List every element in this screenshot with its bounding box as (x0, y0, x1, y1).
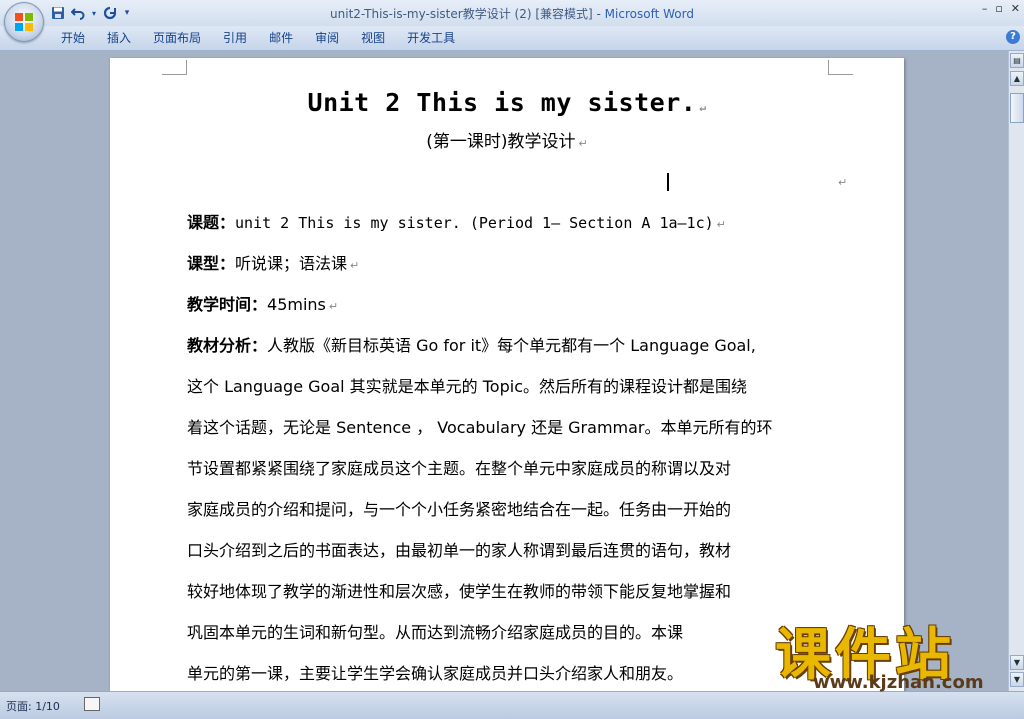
field-label: 课型： (187, 254, 236, 273)
body-line: 这个 Language Goal 其实就是本单元的 Topic。然后所有的课程设… (187, 377, 747, 396)
tab-insert[interactable]: 插入 (96, 30, 142, 46)
body-line: 课型：听说课；语法课 ↵ (187, 245, 837, 286)
tab-home[interactable]: 开始 (50, 30, 96, 46)
document-area: Unit 2 This is my sister. ↵ (第一课时)教学设计 ↵ ↵… (0, 51, 1008, 691)
tab-review[interactable]: 审阅 (304, 30, 350, 46)
scroll-up-icon[interactable]: ▲ (1010, 71, 1024, 86)
vertical-scrollbar[interactable]: ▤ ▲ ▼ ▼ (1008, 51, 1024, 691)
tab-references[interactable]: 引用 (212, 30, 258, 46)
body-line: 着这个话题，无论是 Sentence ， Vocabulary 还是 Gramm… (187, 418, 773, 437)
tab-developer[interactable]: 开发工具 (396, 30, 466, 46)
window-title: unit2-This-is-my-sister教学设计 (2) [兼容模式] -… (0, 5, 1024, 22)
tab-view[interactable]: 视图 (350, 30, 396, 46)
paragraph-mark-icon: ↵ (716, 218, 726, 231)
text-cursor (667, 173, 669, 191)
body-line: 家庭成员的介绍和提问，与一个个小任务紧密地结合在一起。任务由一开始的 (187, 500, 732, 519)
paragraph-mark-icon: ↵ (838, 176, 848, 189)
watermark-logo: 课件站 www.kjzhan.com (775, 610, 1015, 695)
paragraph-mark-icon: ↵ (699, 101, 707, 114)
document-subtitle-text: (第一课时)教学设计 (426, 132, 576, 152)
ruler-toggle-icon[interactable]: ▤ (1010, 53, 1024, 68)
close-button[interactable]: ✕ (1011, 2, 1020, 15)
page-count[interactable]: 页面: 1/10 (6, 698, 60, 714)
help-icon[interactable]: ? (1006, 30, 1020, 44)
body-line: 节设置都紧紧围绕了家庭成员这个主题。在整个单元中家庭成员的称谓以及对 (187, 459, 732, 478)
paragraph-mark-icon: ↵ (578, 137, 588, 150)
body-line: 巩固本单元的生词和新句型。从而达到流畅介绍家庭成员的目的。本课 (187, 623, 684, 642)
body-line: 教材分析：人教版《新目标英语 Go for it》每个单元都有一个 Langua… (187, 327, 837, 368)
scroll-thumb[interactable] (1010, 93, 1024, 123)
field-value: 人教版《新目标英语 Go for it》每个单元都有一个 Language Go… (267, 336, 756, 355)
paragraph-mark-icon: ↵ (328, 300, 339, 313)
body-line: 课题：unit 2 This is my sister. (Period 1— … (187, 204, 837, 245)
title-bar: ▾ ▾ unit2-This-is-my-sister教学设计 (2) [兼容模… (0, 0, 1024, 26)
field-label: 课题： (187, 213, 236, 232)
minimize-button[interactable]: – (982, 2, 988, 15)
tab-mailings[interactable]: 邮件 (258, 30, 304, 46)
field-label: 教材分析： (187, 336, 268, 355)
tab-page-layout[interactable]: 页面布局 (142, 30, 212, 46)
ribbon-tabs-bar: 开始 插入 页面布局 引用 邮件 审阅 视图 开发工具 ? (0, 26, 1024, 51)
restore-button[interactable]: ▫ (995, 2, 1002, 15)
office-logo-icon (15, 13, 33, 31)
field-value: 45mins (267, 295, 326, 314)
document-body: 课题：unit 2 This is my sister. (Period 1— … (187, 204, 837, 691)
document-title: Unit 2 This is my sister. ↵ (110, 88, 904, 117)
status-bar: 页面: 1/10 (0, 691, 1024, 719)
spell-check-icon[interactable] (84, 697, 100, 711)
watermark-url: www.kjzhan.com (813, 672, 984, 693)
body-line: 教学时间：45mins ↵ (187, 286, 837, 327)
office-button[interactable] (4, 2, 44, 42)
window-controls: – ▫ ✕ (982, 2, 1020, 15)
body-line: 单元的第一课，主要让学生学会确认家庭成员并口头介绍家人和朋友。 (187, 664, 684, 683)
margin-corner-top-right (828, 60, 853, 75)
window-title-app: Microsoft Word (604, 7, 694, 21)
ribbon-tabs: 开始 插入 页面布局 引用 邮件 审阅 视图 开发工具 (50, 30, 466, 46)
body-line: 口头介绍到之后的书面表达，由最初单一的家人称谓到最后连贯的语句，教材 (187, 541, 732, 560)
window-title-sep: - (592, 7, 605, 21)
document-subtitle: (第一课时)教学设计 ↵ (110, 127, 904, 152)
paragraph-mark-icon: ↵ (350, 259, 360, 272)
field-value: 听说课；语法课 (235, 254, 348, 273)
window-title-doc: unit2-This-is-my-sister教学设计 (2) [兼容模式] (330, 7, 593, 21)
document-title-text: Unit 2 This is my sister. (307, 88, 697, 117)
field-label: 教学时间： (187, 295, 268, 314)
document-page[interactable]: Unit 2 This is my sister. ↵ (第一课时)教学设计 ↵ ↵… (110, 58, 904, 691)
margin-corner-top-left (162, 60, 187, 75)
body-line: 较好地体现了教学的渐进性和层次感，使学生在教师的带领下能反复地掌握和 (187, 582, 732, 601)
field-value: unit 2 This is my sister. (Period 1— Sec… (235, 214, 714, 232)
